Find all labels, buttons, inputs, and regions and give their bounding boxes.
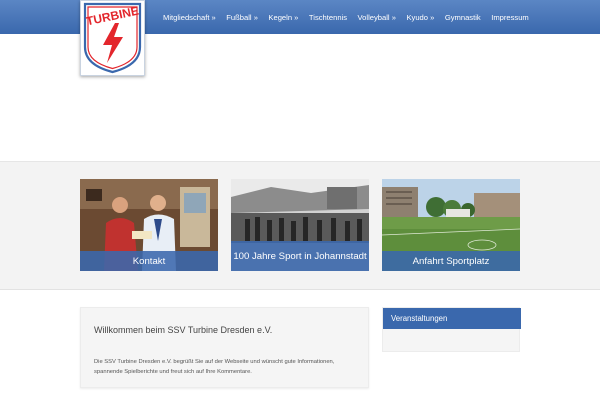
nav-item-gymnastik[interactable]: Gymnastik [445,13,481,22]
main-menu: Mitgliedschaft » Fußball » Kegeln » Tisc… [163,0,539,34]
nav-item-kegeln[interactable]: Kegeln » [268,13,298,22]
welcome-panel: Willkommen beim SSV Turbine Dresden e.V.… [80,307,369,388]
welcome-text: Die SSV Turbine Dresden e.V. begrüßt Sie… [94,359,335,375]
tile-kontakt[interactable]: Kontakt [80,179,218,271]
tile-label-kontakt: Kontakt [80,251,218,271]
nav-item-mitgliedschaft[interactable]: Mitgliedschaft » [163,13,216,22]
turbine-crest-icon: TURBINE [83,2,142,74]
nav-item-fussball[interactable]: Fußball » [226,13,258,22]
nav-item-volleyball[interactable]: Volleyball » [358,13,396,22]
tile-label-100-jahre: 100 Jahre Sport in Johannstadt [231,241,369,271]
nav-item-impressum[interactable]: Impressum [491,13,529,22]
nav-item-tischtennis[interactable]: Tischtennis [309,13,347,22]
tile-label-anfahrt: Anfahrt Sportplatz [382,251,520,271]
nav-item-kyudo[interactable]: Kyudo » [406,13,434,22]
tile-100-jahre[interactable]: 100 Jahre Sport in Johannstadt [231,179,369,271]
club-logo[interactable]: TURBINE [80,0,145,76]
events-widget-title: Veranstaltungen [383,308,521,329]
tile-anfahrt[interactable]: Anfahrt Sportplatz [382,179,520,271]
welcome-title: Willkommen beim SSV Turbine Dresden e.V. [94,325,273,335]
events-widget: Veranstaltungen [382,307,521,352]
